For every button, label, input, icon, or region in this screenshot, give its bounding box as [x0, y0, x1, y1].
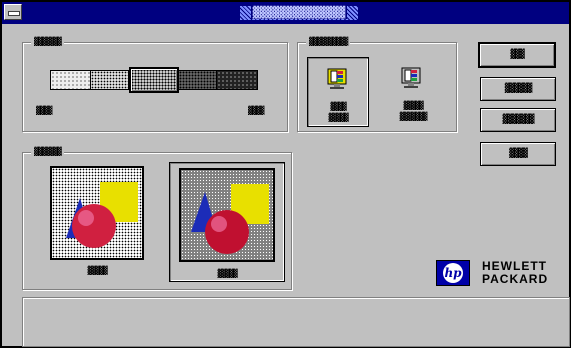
- monitor-option-2[interactable]: ▓▓▓▓▓ ▓▓▓▓▓▓▓: [382, 57, 444, 127]
- color-monitor-icon: [327, 68, 347, 89]
- cancel-button[interactable]: ▓▓▓▓▓▓: [480, 77, 556, 101]
- hp-wordmark-line2: PACKARD: [482, 272, 549, 286]
- slider-segment[interactable]: [51, 71, 91, 89]
- shapes-picture-icon: [66, 182, 138, 248]
- monitor-option-2-line1: ▓▓▓▓▓: [403, 101, 423, 110]
- system-menu-button[interactable]: [4, 4, 22, 20]
- color-monitor-icon: [401, 67, 421, 88]
- ok-button-label: ▓▓▓: [510, 50, 524, 60]
- help-button[interactable]: ▓▓▓▓: [480, 142, 556, 166]
- intensity-slider-thumb[interactable]: [129, 67, 179, 93]
- monitor-option-1-line2: ▓▓▓▓▓: [328, 113, 348, 122]
- monitor-option-1[interactable]: ▓▓▓▓ ▓▓▓▓▓: [307, 57, 369, 127]
- help-button-label: ▓▓▓▓: [509, 149, 528, 159]
- preview-image-2-caption: ▓▓▓▓▓: [217, 269, 237, 278]
- monitor-option-1-line1: ▓▓▓▓: [330, 102, 346, 111]
- monitor-option-2-line2: ▓▓▓▓▓▓▓: [399, 112, 428, 121]
- shapes-picture-icon: [191, 184, 269, 254]
- monitor-group-label: ▓▓▓▓▓▓▓▓▓▓: [306, 37, 351, 47]
- preview-image-1[interactable]: ▓▓▓▓▓: [46, 162, 148, 280]
- hp-branding: hp HEWLETT PACKARD: [436, 260, 566, 288]
- status-bar: [22, 297, 570, 347]
- slider-segment[interactable]: [217, 71, 257, 89]
- hp-logo-text: hp: [443, 263, 463, 283]
- slider-segment[interactable]: [91, 71, 129, 89]
- preview-picture: [179, 168, 275, 262]
- hp-logo-icon: hp: [436, 260, 470, 286]
- hp-wordmark: HEWLETT PACKARD: [482, 260, 548, 286]
- preview-image-1-caption: ▓▓▓▓▓: [87, 266, 107, 275]
- cancel-button-label: ▓▓▓▓▓▓: [504, 84, 532, 94]
- preview-group-label: ▓▓▓▓▓▓▓: [31, 147, 64, 157]
- slider-left-caption: ▓▓▓▓: [36, 106, 52, 115]
- minus-icon: [8, 11, 20, 16]
- preview-image-2[interactable]: ▓▓▓▓▓: [169, 162, 285, 282]
- title-bar[interactable]: ▓▓▓▓▓▓▓▓▓▓▓▓▓▓: [2, 2, 569, 24]
- window-title: ▓▓▓▓▓▓▓▓▓▓▓▓▓▓: [240, 6, 358, 20]
- preview-picture: [50, 166, 144, 260]
- slider-right-caption: ▓▓▓▓: [248, 106, 264, 115]
- dialog-window: ▓▓▓▓▓▓▓▓▓▓▓▓▓▓ ▓▓▓▓▓▓▓ ▓▓▓▓ ▓▓▓▓ ▓▓▓▓▓▓▓…: [0, 0, 571, 348]
- slider-segment[interactable]: [179, 71, 217, 89]
- intensity-group-label: ▓▓▓▓▓▓▓: [31, 37, 64, 47]
- options-button[interactable]: ▓▓▓▓▓▓▓: [480, 108, 556, 132]
- ok-button[interactable]: ▓▓▓: [478, 42, 556, 68]
- options-button-label: ▓▓▓▓▓▓▓: [502, 115, 535, 125]
